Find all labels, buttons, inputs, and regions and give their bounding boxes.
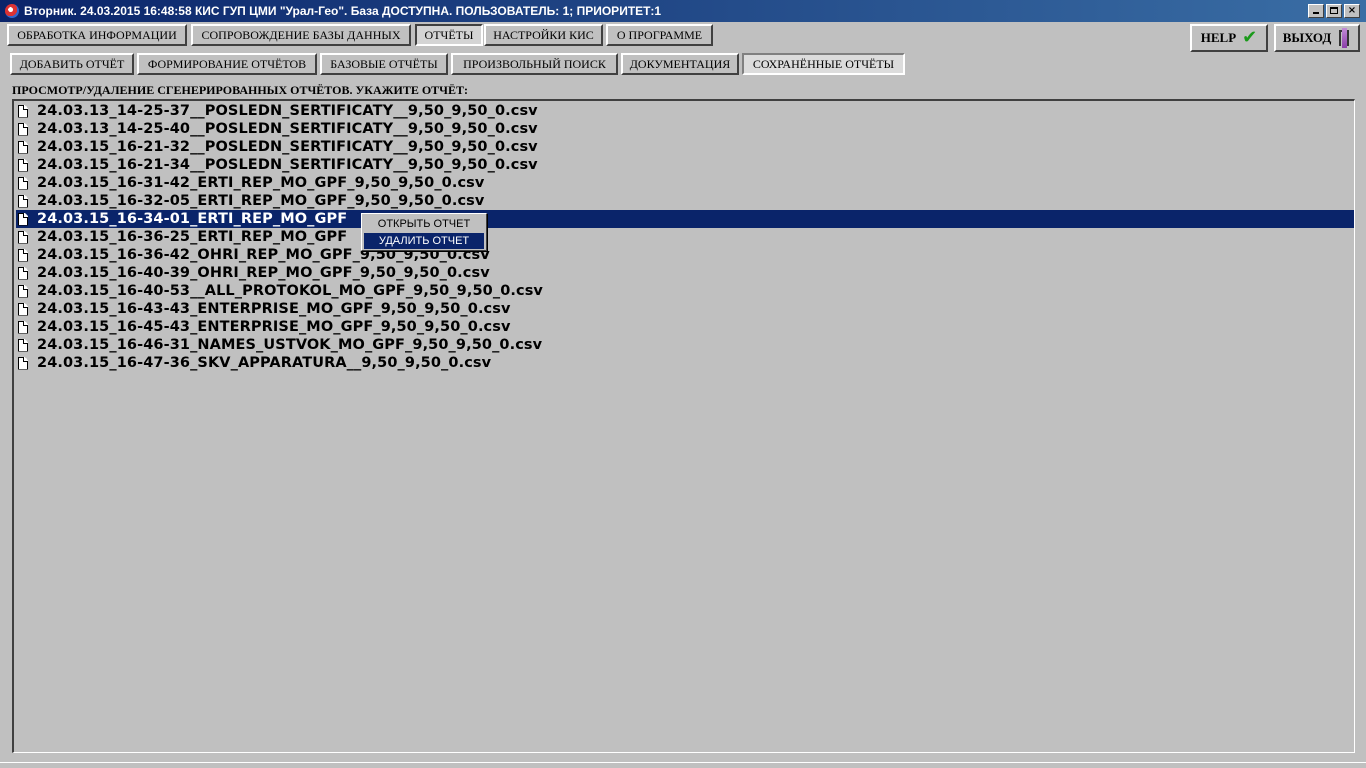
context-menu: ОТКРЫТЬ ОТЧЕТ УДАЛИТЬ ОТЧЕТ [361, 213, 487, 251]
help-button-label: HELP [1200, 30, 1237, 45]
file-icon [18, 284, 28, 298]
file-icon [18, 122, 28, 136]
file-icon [18, 140, 28, 154]
exit-button[interactable]: ВЫХОД [1274, 24, 1360, 52]
subtab-sokhranennye[interactable]: СОХРАНЁННЫЕ ОТЧЁТЫ [742, 53, 905, 75]
file-icon [18, 248, 28, 262]
list-item[interactable]: 24.03.15_16-40-39_OHRI_REP_MO_GPF_9,50_9… [16, 264, 1354, 282]
list-item[interactable]: 24.03.15_16-47-36_SKV_APPARATURA__9,50_9… [16, 354, 1354, 372]
subtab-dobavit[interactable]: ДОБАВИТЬ ОТЧЁТ [10, 53, 134, 75]
maximize-button[interactable] [1326, 4, 1342, 18]
context-open-report[interactable]: ОТКРЫТЬ ОТЧЕТ [364, 216, 484, 232]
file-name: 24.03.15_16-40-39_OHRI_REP_MO_GPF_9,50_9… [37, 265, 490, 281]
file-icon [18, 104, 28, 118]
list-item[interactable]: 24.03.15_16-36-42_OHRI_REP_MO_GPF_9,50_9… [16, 246, 1354, 264]
context-delete-report[interactable]: УДАЛИТЬ ОТЧЕТ [364, 233, 484, 249]
list-item[interactable]: 24.03.15_16-46-31_NAMES_USTVOK_MO_GPF_9,… [16, 336, 1354, 354]
file-icon [18, 266, 28, 280]
close-button[interactable]: × [1344, 4, 1360, 18]
tab-nastroyki[interactable]: НАСТРОЙКИ КИС [484, 24, 603, 46]
list-item[interactable]: 24.03.15_16-21-34__POSLEDN_SERTIFICATY__… [16, 156, 1354, 174]
list-item[interactable]: 24.03.15_16-32-05_ERTI_REP_MO_GPF_9,50_9… [16, 192, 1354, 210]
tab-otchety[interactable]: ОТЧЁТЫ [415, 24, 483, 46]
file-name: 24.03.15_16-36-25_ERTI_REP_MO_GPF [37, 229, 348, 245]
file-icon [18, 230, 28, 244]
section-label: ПРОСМОТР/УДАЛЕНИЕ СГЕНЕРИРОВАННЫХ ОТЧЁТО… [12, 83, 468, 97]
file-icon [18, 176, 28, 190]
file-name: 24.03.15_16-34-01_ERTI_REP_MO_GPF [37, 211, 348, 227]
tab-soprovozhdenie[interactable]: СОПРОВОЖДЕНИЕ БАЗЫ ДАННЫХ [191, 24, 411, 46]
app-globe-icon [5, 4, 19, 18]
file-icon [18, 212, 28, 226]
list-item[interactable]: 24.03.15_16-21-32__POSLEDN_SERTIFICATY__… [16, 138, 1354, 156]
subtab-dokumentatsiya[interactable]: ДОКУМЕНТАЦИЯ [621, 53, 739, 75]
tab-o-programme[interactable]: О ПРОГРАММЕ [606, 24, 713, 46]
list-item[interactable]: 24.03.13_14-25-40__POSLEDN_SERTIFICATY__… [16, 120, 1354, 138]
file-icon [18, 338, 28, 352]
list-item[interactable]: 24.03.15_16-43-43_ENTERPRISE_MO_GPF_9,50… [16, 300, 1354, 318]
file-icon [18, 158, 28, 172]
file-icon [18, 194, 28, 208]
file-name: 24.03.15_16-31-42_ERTI_REP_MO_GPF_9,50_9… [37, 175, 485, 191]
report-file-list[interactable]: 24.03.13_14-25-37__POSLEDN_SERTIFICATY__… [12, 99, 1355, 753]
list-item[interactable]: 24.03.15_16-40-53__ALL_PROTOKOL_MO_GPF_9… [16, 282, 1354, 300]
check-icon: ✔ [1242, 27, 1258, 48]
file-name: 24.03.15_16-43-43_ENTERPRISE_MO_GPF_9,50… [37, 301, 511, 317]
file-name: 24.03.15_16-32-05_ERTI_REP_MO_GPF_9,50_9… [37, 193, 485, 209]
exit-button-label: ВЫХОД [1282, 30, 1332, 45]
file-name: 24.03.13_14-25-37__POSLEDN_SERTIFICATY__… [37, 103, 538, 119]
file-name: 24.03.15_16-45-43_ENTERPRISE_MO_GPF_9,50… [37, 319, 511, 335]
file-name: 24.03.15_16-47-36_SKV_APPARATURA__9,50_9… [37, 355, 492, 371]
file-name: 24.03.15_16-46-31_NAMES_USTVOK_MO_GPF_9,… [37, 337, 543, 353]
list-item[interactable]: 24.03.13_14-25-37__POSLEDN_SERTIFICATY__… [16, 102, 1354, 120]
tab-obrabotka[interactable]: ОБРАБОТКА ИНФОРМАЦИИ [7, 24, 187, 46]
bottom-border [0, 762, 1366, 763]
subtab-formirovanie[interactable]: ФОРМИРОВАНИЕ ОТЧЁТОВ [137, 53, 317, 75]
file-name: 24.03.15_16-21-32__POSLEDN_SERTIFICATY__… [37, 139, 538, 155]
list-item[interactable]: 24.03.15_16-36-25_ERTI_REP_MO_GPF [16, 228, 1354, 246]
file-name: 24.03.15_16-21-34__POSLEDN_SERTIFICATY__… [37, 157, 538, 173]
list-item[interactable]: 24.03.15_16-45-43_ENTERPRISE_MO_GPF_9,50… [16, 318, 1354, 336]
title-bar: Вторник. 24.03.2015 16:48:58 КИС ГУП ЦМИ… [0, 0, 1366, 22]
help-button[interactable]: HELP ✔ [1190, 24, 1268, 52]
subtab-poisk[interactable]: ПРОИЗВОЛЬНЫЙ ПОИСК [451, 53, 618, 75]
exit-door-icon [1337, 28, 1351, 48]
minimize-button[interactable] [1308, 4, 1324, 18]
file-icon [18, 302, 28, 316]
file-icon [18, 320, 28, 334]
window-title: Вторник. 24.03.2015 16:48:58 КИС ГУП ЦМИ… [24, 4, 661, 18]
subtab-bazovye[interactable]: БАЗОВЫЕ ОТЧЁТЫ [320, 53, 448, 75]
list-item[interactable]: 24.03.15_16-34-01_ERTI_REP_MO_GPF [16, 210, 1354, 228]
list-item[interactable]: 24.03.15_16-31-42_ERTI_REP_MO_GPF_9,50_9… [16, 174, 1354, 192]
file-name: 24.03.13_14-25-40__POSLEDN_SERTIFICATY__… [37, 121, 538, 137]
file-icon [18, 356, 28, 370]
window-controls: × [1308, 4, 1360, 18]
file-name: 24.03.15_16-40-53__ALL_PROTOKOL_MO_GPF_9… [37, 283, 543, 299]
